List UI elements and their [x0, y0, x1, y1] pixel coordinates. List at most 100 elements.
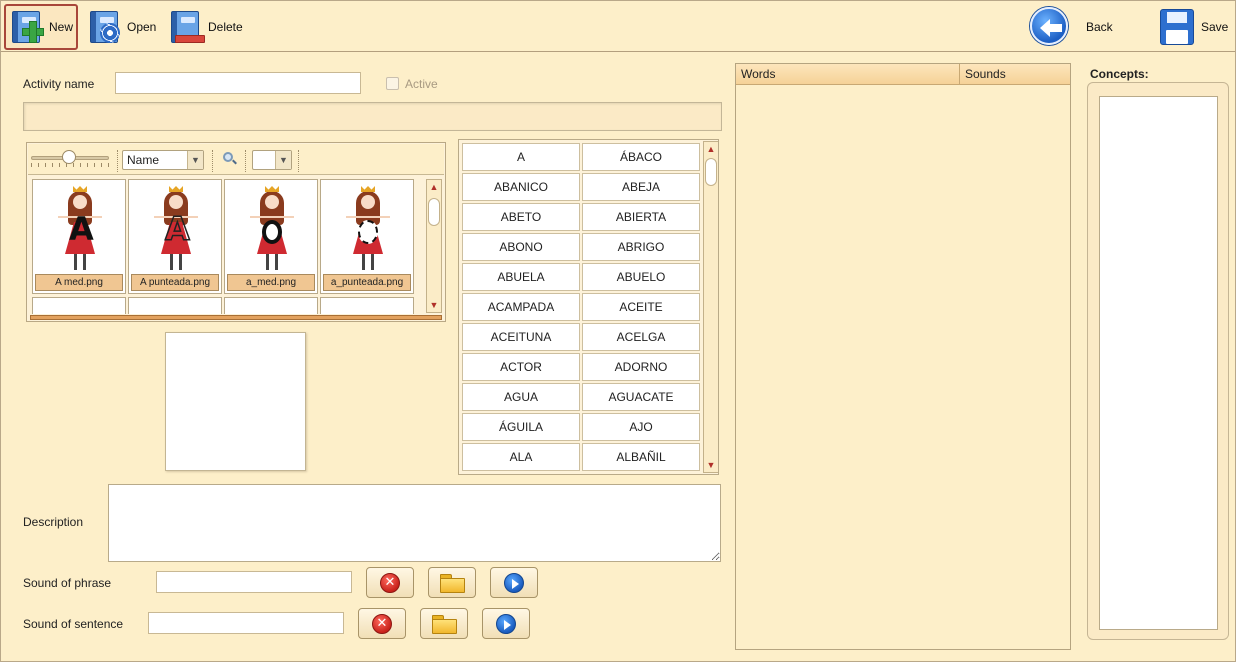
open-button-label: Open [127, 20, 157, 34]
word-cell[interactable]: ACEITUNA [462, 323, 580, 351]
word-grid-scrollbar[interactable]: ▲ ▼ [703, 141, 718, 473]
words-column-header[interactable]: Words [736, 64, 960, 84]
clear-phrase-sound-button[interactable]: ✕ [366, 567, 414, 598]
delete-button[interactable]: Delete [169, 4, 243, 50]
word-cell[interactable]: ABETO [462, 203, 580, 231]
word-grid: A ÁBACO ABANICO ABEJA ABETO ABIERTA ABON… [458, 139, 719, 475]
browse-phrase-sound-button[interactable] [428, 567, 476, 598]
words-table-header: Words Sounds [736, 64, 1070, 85]
slider-thumb[interactable] [62, 150, 76, 164]
new-button-label: New [49, 20, 74, 34]
word-cell[interactable]: ÁGUILA [462, 413, 580, 441]
back-arrow-icon [1030, 7, 1070, 47]
back-button[interactable]: Back [1030, 4, 1113, 50]
activity-name-input[interactable] [115, 72, 361, 94]
sound-phrase-label: Sound of phrase [23, 576, 112, 590]
thumbnail-caption: a_med.png [227, 274, 315, 291]
princess-image: o [250, 186, 294, 272]
image-thumbnail[interactable] [320, 297, 414, 314]
browse-sentence-sound-button[interactable] [420, 608, 468, 639]
floppy-save-icon [1158, 7, 1198, 47]
delete-book-minus-icon [169, 9, 205, 45]
sounds-column-header[interactable]: Sounds [960, 64, 1070, 84]
word-cell[interactable]: ÁBACO [582, 143, 700, 171]
word-cell[interactable]: ACEITE [582, 293, 700, 321]
word-cell[interactable]: ABANICO [462, 173, 580, 201]
word-cell[interactable]: ACTOR [462, 353, 580, 381]
word-cell[interactable]: ABUELA [462, 263, 580, 291]
horizontal-scrollbar[interactable] [30, 315, 442, 320]
image-thumbnail[interactable]: o a_med.png [224, 179, 318, 294]
play-phrase-sound-button[interactable] [490, 567, 538, 598]
scrollbar-thumb[interactable] [428, 198, 440, 226]
open-button[interactable]: Open [88, 4, 156, 50]
word-cell[interactable]: ACAMPADA [462, 293, 580, 321]
word-cell[interactable]: ADORNO [582, 353, 700, 381]
image-thumbnail[interactable]: A A punteada.png [128, 179, 222, 294]
description-textarea[interactable] [108, 484, 721, 562]
word-cell[interactable]: ABEJA [582, 173, 700, 201]
thumbnail-grid: A A med.png A A punteada.png o a_med.png… [32, 179, 422, 314]
word-cell[interactable]: A [462, 143, 580, 171]
clear-sentence-sound-button[interactable]: ✕ [358, 608, 406, 639]
image-thumbnail[interactable]: o a_punteada.png [320, 179, 414, 294]
thumbnail-letter: A [69, 210, 94, 248]
description-label: Description [23, 515, 84, 529]
play-icon [504, 572, 524, 593]
word-cell[interactable]: ALBAÑIL [582, 443, 700, 471]
scroll-down-icon[interactable]: ▼ [704, 458, 718, 472]
thumbnail-letter: o [262, 220, 282, 244]
scroll-up-icon[interactable]: ▲ [427, 180, 441, 194]
image-preview [165, 332, 306, 471]
folder-icon [440, 573, 465, 593]
image-browser: Name ▼ ▼ A A med.png A A punteada.png a_… [26, 142, 446, 322]
red-x-icon: ✕ [380, 572, 400, 593]
sound-sentence-label: Sound of sentence [23, 617, 124, 631]
chevron-down-icon: ▼ [275, 151, 291, 169]
red-x-icon: ✕ [372, 613, 392, 634]
save-button[interactable]: Save [1158, 4, 1228, 50]
active-checkbox[interactable] [386, 77, 399, 90]
word-cell[interactable]: ALA [462, 443, 580, 471]
save-button-label: Save [1201, 20, 1229, 34]
thumbnail-caption: A punteada.png [131, 274, 219, 291]
toolbar-separator [245, 150, 246, 172]
play-sentence-sound-button[interactable] [482, 608, 530, 639]
word-cell[interactable]: AGUACATE [582, 383, 700, 411]
word-cell[interactable]: ABUELO [582, 263, 700, 291]
image-browser-toolbar: Name ▼ ▼ [28, 144, 444, 175]
word-cell[interactable]: ABONO [462, 233, 580, 261]
image-thumbnail[interactable] [128, 297, 222, 314]
word-cell[interactable]: ACELGA [582, 323, 700, 351]
toolbar: New Open Delete Back Save [1, 1, 1235, 52]
scroll-up-icon[interactable]: ▲ [704, 142, 718, 156]
concepts-list[interactable] [1099, 96, 1218, 630]
delete-button-label: Delete [208, 20, 243, 34]
image-thumbnail[interactable] [32, 297, 126, 314]
sort-select-value: Name [127, 153, 160, 167]
sort-select[interactable]: Name ▼ [122, 150, 204, 170]
toolbar-separator [298, 150, 299, 172]
image-thumbnail[interactable]: A A med.png [32, 179, 126, 294]
word-cell[interactable]: ABRIGO [582, 233, 700, 261]
thumbnail-caption: a_punteada.png [323, 274, 411, 291]
scroll-down-icon[interactable]: ▼ [427, 298, 441, 312]
activity-info-bar [23, 102, 722, 131]
zoom-icon[interactable] [223, 152, 237, 166]
thumbnail-caption: A med.png [35, 274, 123, 291]
image-thumbnail[interactable] [224, 297, 318, 314]
thumbnail-scrollbar[interactable]: ▲ ▼ [426, 179, 442, 313]
filter-select[interactable]: ▼ [252, 150, 292, 170]
sound-sentence-input[interactable] [148, 612, 344, 634]
new-button[interactable]: New [4, 4, 79, 50]
toolbar-separator [212, 150, 213, 172]
word-cell[interactable]: AJO [582, 413, 700, 441]
play-icon [496, 613, 516, 634]
thumbnail-letter: o [358, 220, 378, 244]
scrollbar-thumb[interactable] [705, 158, 717, 186]
word-cell[interactable]: ABIERTA [582, 203, 700, 231]
sound-phrase-input[interactable] [156, 571, 352, 593]
word-cell[interactable]: AGUA [462, 383, 580, 411]
back-button-label: Back [1086, 20, 1113, 34]
folder-icon [432, 614, 457, 634]
